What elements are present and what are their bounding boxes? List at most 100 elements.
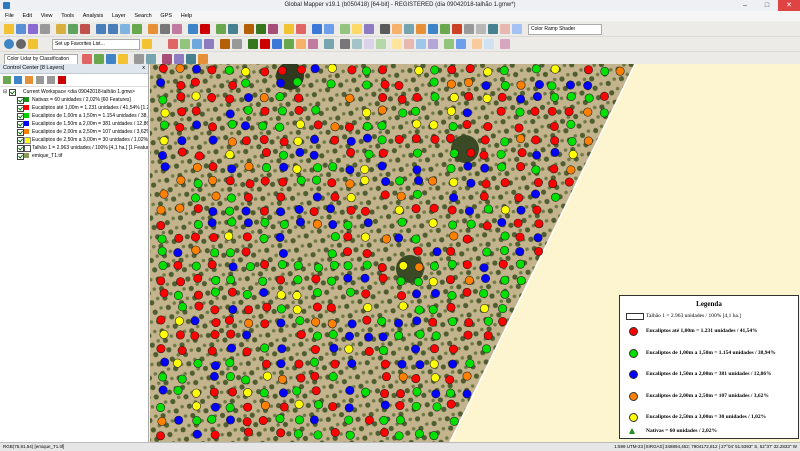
delete-icon[interactable] xyxy=(200,24,210,34)
vertical-scale-icon[interactable] xyxy=(428,24,438,34)
water-icon[interactable] xyxy=(404,24,414,34)
area-measure-icon[interactable] xyxy=(472,39,482,49)
opacity-icon[interactable] xyxy=(476,24,486,34)
print-icon[interactable] xyxy=(40,24,50,34)
delete-vertex-icon[interactable] xyxy=(376,39,386,49)
path-profile-icon[interactable] xyxy=(216,24,226,34)
layer-checkbox[interactable] xyxy=(17,145,24,152)
insert-vertex-icon[interactable] xyxy=(364,39,374,49)
lidar-noise-icon[interactable] xyxy=(134,54,144,64)
layer-options-icon[interactable] xyxy=(14,76,22,84)
lidar-color-icon[interactable] xyxy=(198,54,208,64)
menu-tools[interactable]: Tools xyxy=(61,11,74,21)
3d-view-icon[interactable] xyxy=(188,24,198,34)
route-icon[interactable] xyxy=(484,39,494,49)
lidar-stats-icon[interactable] xyxy=(186,54,196,64)
layer-item[interactable]: Nativas = 60 unidades / 2,02% [60 Featur… xyxy=(17,96,148,104)
info-icon[interactable] xyxy=(160,24,170,34)
pan-icon[interactable] xyxy=(120,24,130,34)
combine-icon[interactable] xyxy=(428,39,438,49)
palette-icon[interactable] xyxy=(512,24,522,34)
settings-icon[interactable] xyxy=(16,39,26,49)
layer-item[interactable]: Eucaliptos de 1,00m a 1,50m = 1.154 unid… xyxy=(17,112,148,120)
lidar-building-icon[interactable] xyxy=(106,54,116,64)
tool-icon[interactable] xyxy=(500,39,510,49)
menu-gps[interactable]: GPS xyxy=(160,11,172,21)
layer-icon[interactable] xyxy=(324,24,334,34)
rotate-icon[interactable] xyxy=(272,39,282,49)
layer-checkbox[interactable] xyxy=(17,129,24,136)
color-ramp-select[interactable]: Color Ramp Shader xyxy=(528,24,602,35)
snap-icon[interactable] xyxy=(340,39,350,49)
create-area-icon[interactable] xyxy=(192,39,202,49)
shader-icon[interactable] xyxy=(268,24,278,34)
layer-add-icon[interactable] xyxy=(3,76,11,84)
buffer-icon[interactable] xyxy=(296,39,306,49)
panel-close-icon[interactable]: x xyxy=(142,64,145,73)
measure-icon[interactable] xyxy=(148,24,158,34)
contour-icon[interactable] xyxy=(256,24,266,34)
view-shed-icon[interactable] xyxy=(228,24,238,34)
full-view-icon[interactable] xyxy=(132,24,142,34)
layer-checkbox[interactable] xyxy=(9,89,16,96)
layer-item[interactable]: Eucaliptos até 1,00m = 1.231 unidades / … xyxy=(17,104,148,112)
lidar-ground-icon[interactable] xyxy=(94,54,104,64)
range-icon[interactable] xyxy=(500,24,510,34)
favorites-icon[interactable] xyxy=(28,39,38,49)
zoom-out-icon[interactable] xyxy=(108,24,118,34)
layer-checkbox[interactable] xyxy=(17,137,24,144)
menu-file[interactable]: File xyxy=(5,11,14,21)
layer-remove-icon[interactable] xyxy=(58,76,66,84)
layer-search-icon[interactable] xyxy=(25,76,33,84)
hillshade-icon[interactable] xyxy=(380,24,390,34)
attribute-icon[interactable] xyxy=(308,39,318,49)
lidar-filter-icon[interactable] xyxy=(340,24,350,34)
lidar-grid-icon[interactable] xyxy=(174,54,184,64)
blend-icon[interactable] xyxy=(488,24,498,34)
layer-item[interactable]: emique_T1.tif xyxy=(17,152,148,160)
layer-checkbox[interactable] xyxy=(17,153,24,160)
layer-workspace[interactable]: ⊟ Current Workspace <dia 09042018-talhão… xyxy=(3,88,148,96)
layer-checkbox[interactable] xyxy=(17,121,24,128)
layer-item[interactable]: Eucaliptos de 1,50m a 2,00m = 381 unidad… xyxy=(17,120,148,128)
lidar-water-icon[interactable] xyxy=(146,54,156,64)
export-icon[interactable] xyxy=(28,24,38,34)
move-vertex-icon[interactable] xyxy=(352,39,362,49)
save-icon[interactable] xyxy=(16,24,26,34)
terrain-icon[interactable] xyxy=(244,24,254,34)
texture-icon[interactable] xyxy=(440,24,450,34)
split-icon[interactable] xyxy=(220,39,230,49)
grid-icon[interactable] xyxy=(312,24,322,34)
menu-search[interactable]: Search xyxy=(134,11,151,21)
import-icon[interactable] xyxy=(56,24,66,34)
elevation-icon[interactable] xyxy=(452,24,462,34)
smooth-icon[interactable] xyxy=(392,39,402,49)
open-file-icon[interactable] xyxy=(4,24,14,34)
join-icon[interactable] xyxy=(232,39,242,49)
scale-icon[interactable] xyxy=(284,39,294,49)
layer-item[interactable]: Eucaliptos de 2,50m a 3,00m = 30 unidade… xyxy=(17,136,148,144)
layer-item[interactable]: Talhão 1 = 2.963 unidades / 100% [4,1 ha… xyxy=(17,144,148,152)
gps-icon[interactable] xyxy=(4,39,14,49)
select-icon[interactable] xyxy=(248,39,258,49)
layer-item[interactable]: Eucaliptos de 2,00m a 2,50m = 107 unidad… xyxy=(17,128,148,136)
globe-icon[interactable] xyxy=(68,24,78,34)
move-icon[interactable] xyxy=(260,39,270,49)
arrow-icon[interactable] xyxy=(444,39,454,49)
maximize-button[interactable]: □ xyxy=(756,0,778,11)
distance-icon[interactable] xyxy=(456,39,466,49)
label-icon[interactable] xyxy=(324,39,334,49)
digitizer-icon[interactable] xyxy=(172,24,182,34)
online-data-icon[interactable] xyxy=(80,24,90,34)
layer-checkbox[interactable] xyxy=(17,105,24,112)
tree-expand-icon[interactable]: ⊟ xyxy=(3,88,7,96)
zoom-in-icon[interactable] xyxy=(96,24,106,34)
color-ramp-icon[interactable] xyxy=(416,24,426,34)
layer-up-icon[interactable] xyxy=(36,76,44,84)
lidar-select-icon[interactable] xyxy=(352,24,362,34)
light-icon[interactable] xyxy=(464,24,474,34)
lidar-vegetation-icon[interactable] xyxy=(118,54,128,64)
lidar-profile-icon[interactable] xyxy=(82,54,92,64)
menu-analysis[interactable]: Analysis xyxy=(83,11,103,21)
menu-edit[interactable]: Edit xyxy=(23,11,32,21)
